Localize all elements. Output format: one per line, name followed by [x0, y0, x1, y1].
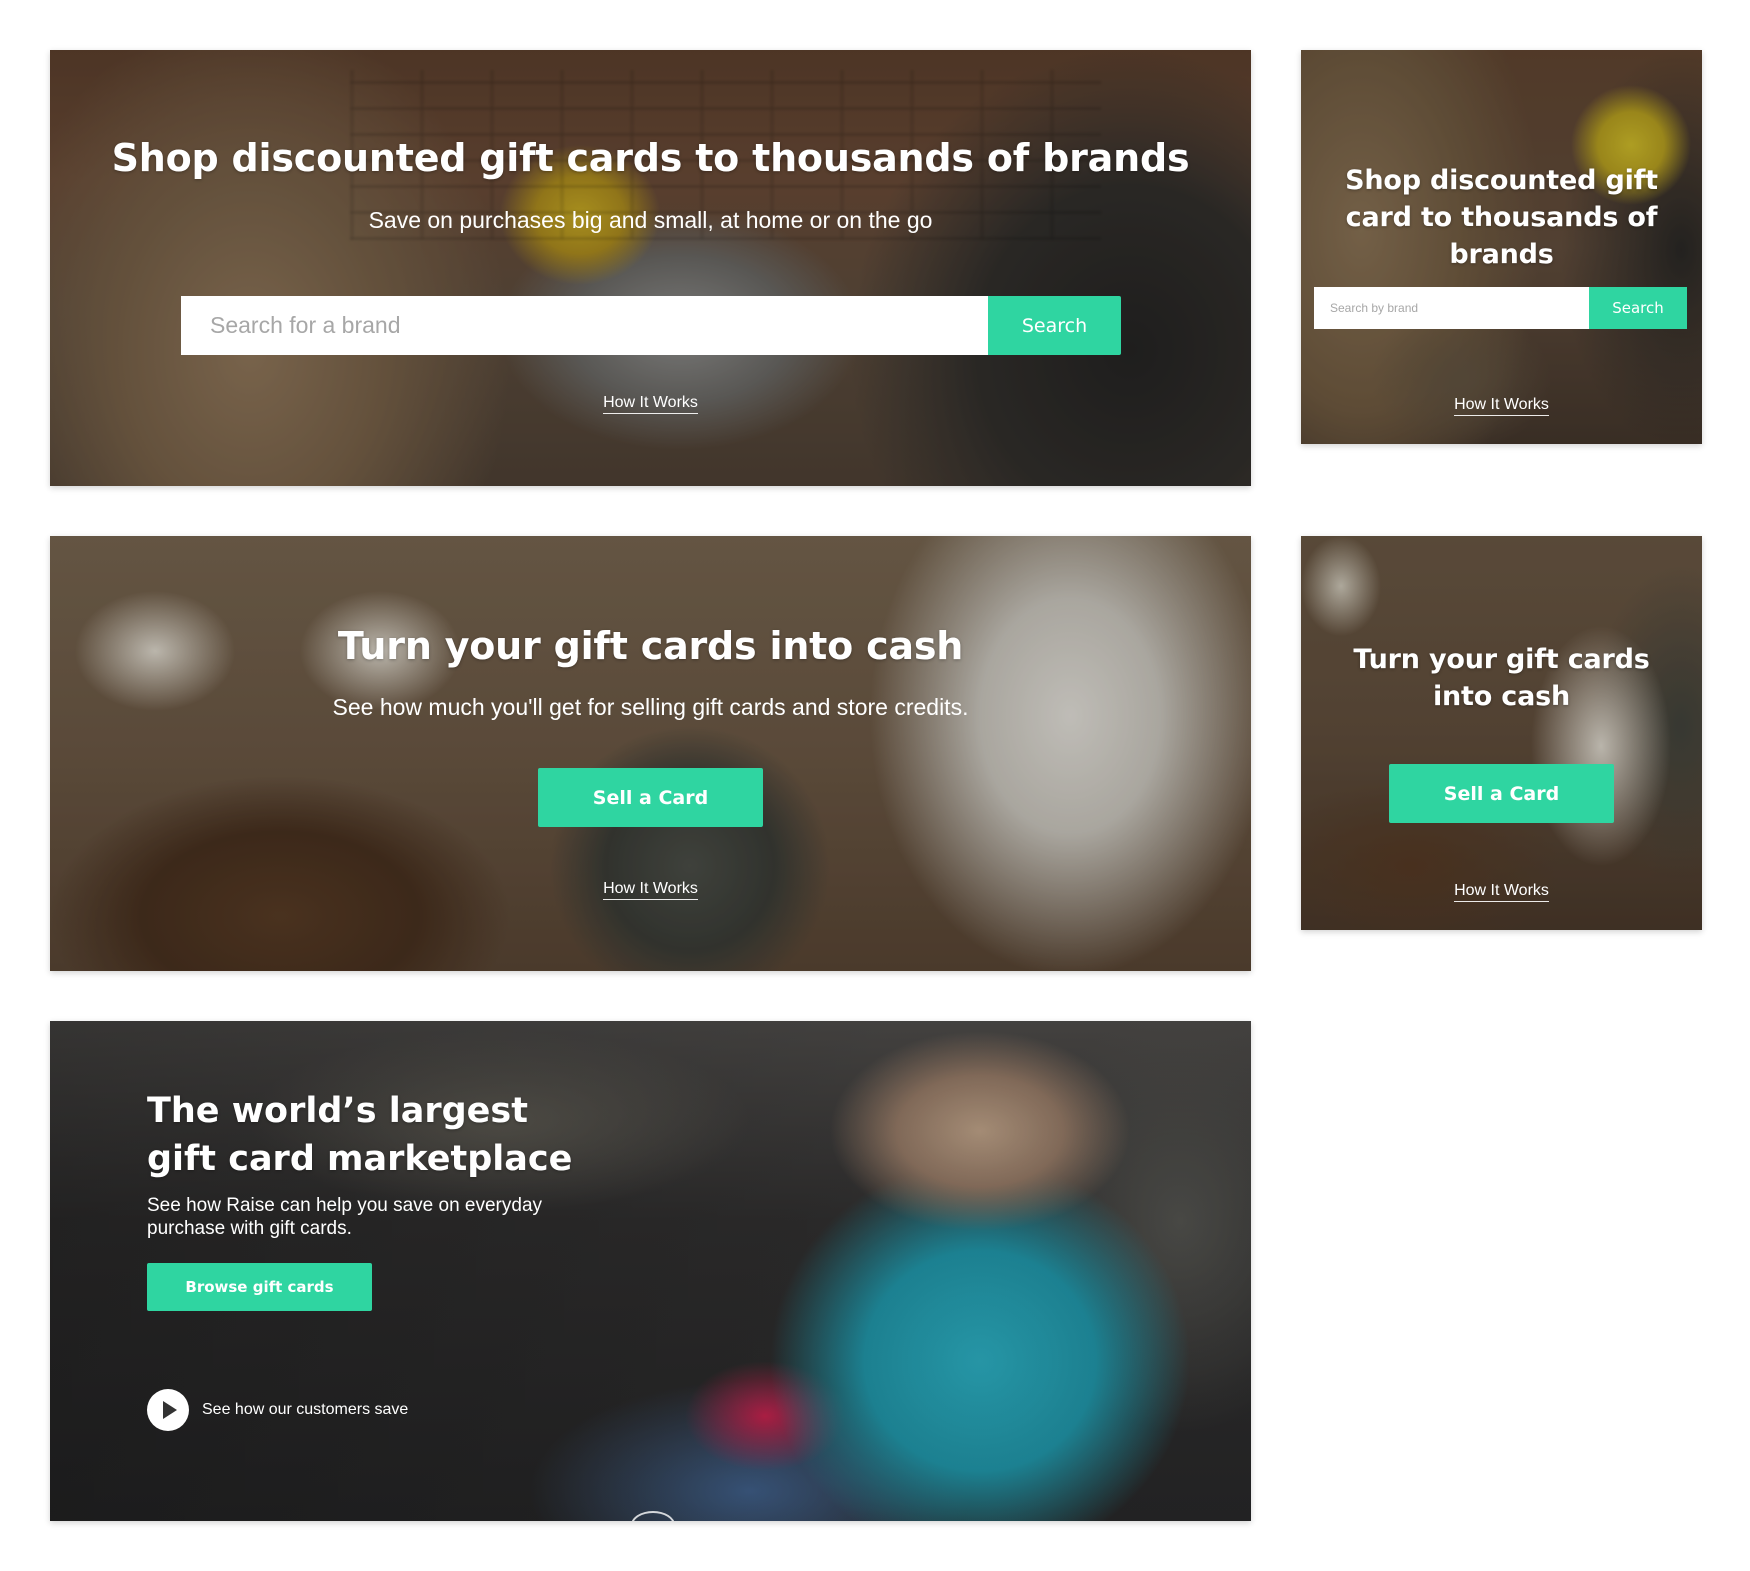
page-canvas: Shop discounted gift cards to thousands …: [0, 0, 1750, 1571]
hero-overlay: [50, 50, 1251, 486]
hero-title: Turn your gift cards into cash: [337, 624, 964, 668]
hero-sell-wide: Turn your gift cards into cash See how m…: [50, 536, 1251, 971]
hero-overlay: [50, 536, 1251, 971]
brand-search-input[interactable]: [1314, 287, 1589, 329]
search-button[interactable]: Search: [988, 296, 1121, 355]
brand-search-form: Search: [181, 296, 1121, 355]
how-it-works-link[interactable]: How It Works: [603, 394, 698, 414]
sell-a-card-button[interactable]: Sell a Card: [538, 768, 763, 827]
sell-a-card-button[interactable]: Sell a Card: [1389, 764, 1614, 823]
how-it-works-row: How It Works: [1301, 882, 1702, 902]
how-it-works-row: How It Works: [50, 394, 1251, 414]
hero-subtitle: Save on purchases big and small, at home…: [368, 207, 933, 233]
hero-title: The world’s largest gift card marketplac…: [147, 1091, 573, 1179]
hero-description: See how Raise can help you save on every…: [147, 1195, 543, 1239]
search-button[interactable]: Search: [1589, 287, 1687, 329]
play-icon[interactable]: [147, 1389, 189, 1431]
watch-video-link[interactable]: See how our customers save: [147, 1389, 408, 1431]
how-it-works-link[interactable]: How It Works: [603, 880, 698, 900]
hero-title: Shop discounted gift card to thousands o…: [1345, 165, 1658, 270]
hero-marketplace: The world’s largest gift card marketplac…: [50, 1021, 1251, 1521]
brand-search-form: Search: [1314, 287, 1687, 329]
hero-shop-wide: Shop discounted gift cards to thousands …: [50, 50, 1251, 486]
play-triangle: [163, 1401, 177, 1419]
hero-shop-narrow: Shop discounted gift card to thousands o…: [1301, 50, 1702, 444]
how-it-works-row: How It Works: [50, 880, 1251, 900]
hero-title: Shop discounted gift cards to thousands …: [111, 136, 1190, 180]
hero-overlay: [1301, 536, 1702, 930]
how-it-works-link[interactable]: How It Works: [1454, 882, 1549, 902]
hero-title: Turn your gift cards into cash: [1353, 644, 1650, 712]
hero-subtitle: See how much you'll get for selling gift…: [332, 694, 969, 720]
how-it-works-row: How It Works: [1301, 396, 1702, 416]
watch-video-label: See how our customers save: [202, 1401, 409, 1418]
brand-search-input[interactable]: [181, 296, 988, 355]
browse-gift-cards-button[interactable]: Browse gift cards: [147, 1263, 372, 1311]
hero-sell-narrow: Turn your gift cards into cash Sell a Ca…: [1301, 536, 1702, 930]
how-it-works-link[interactable]: How It Works: [1454, 396, 1549, 416]
